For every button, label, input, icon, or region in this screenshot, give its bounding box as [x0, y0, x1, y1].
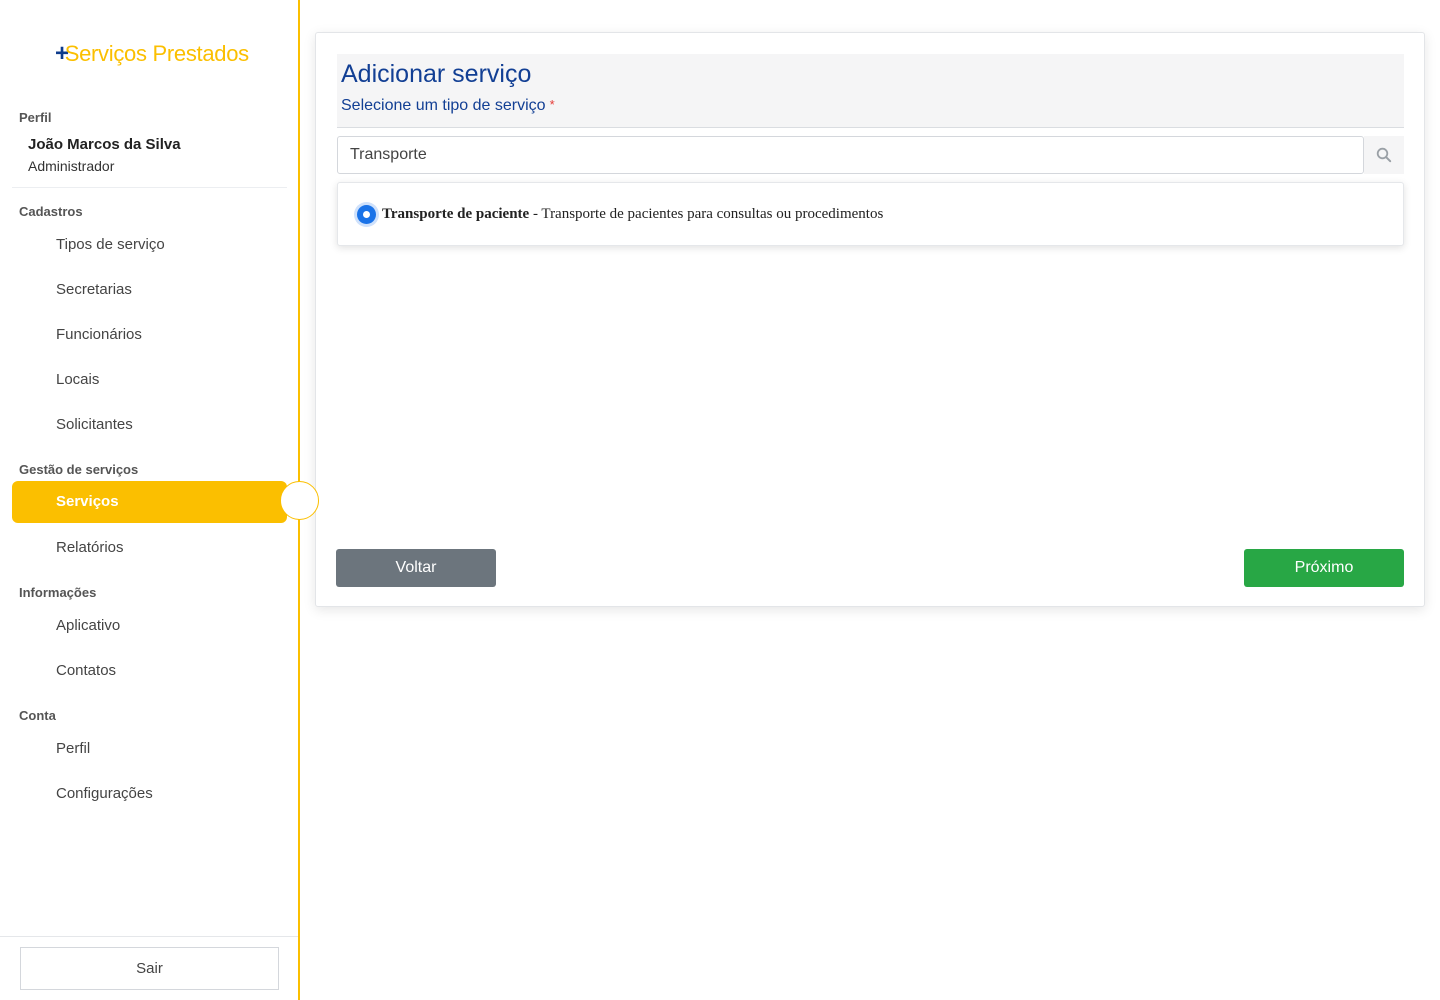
user-name: João Marcos da Silva: [28, 136, 181, 153]
profile-divider: [12, 187, 287, 188]
sidebar-item-tipos-de-servico[interactable]: Tipos de serviço: [12, 224, 287, 266]
back-button[interactable]: Voltar: [336, 549, 496, 587]
next-button[interactable]: Próximo: [1244, 549, 1404, 587]
section-label-conta: Conta: [19, 708, 56, 723]
sidebar-item-relatorios[interactable]: Relatórios: [12, 527, 287, 569]
sidebar-toggle-handle[interactable]: [280, 481, 319, 520]
service-option-description: - Transporte de pacientes para consultas…: [532, 206, 884, 222]
sidebar-item-servicos[interactable]: Serviços: [12, 481, 287, 523]
search-icon: [1376, 147, 1392, 163]
sidebar-item-solicitantes[interactable]: Solicitantes: [12, 404, 287, 446]
logout-button[interactable]: Sair: [20, 947, 279, 990]
sidebar-item-perfil[interactable]: Perfil: [12, 728, 287, 770]
service-option-name: Transporte de paciente: [382, 206, 530, 222]
section-label-informacoes: Informações: [19, 585, 97, 600]
page-title: Adicionar serviço: [341, 60, 532, 88]
sidebar: +Serviços Prestados Perfil João Marcos d…: [0, 0, 300, 1000]
service-type-search-input[interactable]: [337, 136, 1364, 174]
sidebar-item-configuracoes[interactable]: Configurações: [12, 773, 287, 815]
app-logo[interactable]: +Serviços Prestados: [55, 40, 249, 68]
sidebar-item-secretarias[interactable]: Secretarias: [12, 269, 287, 311]
sidebar-item-locais[interactable]: Locais: [12, 359, 287, 401]
sidebar-item-contatos[interactable]: Contatos: [12, 650, 287, 692]
user-role: Administrador: [28, 158, 115, 174]
required-mark: *: [549, 97, 555, 112]
sidebar-item-funcionarios[interactable]: Funcionários: [12, 314, 287, 356]
search-button[interactable]: [1364, 136, 1404, 174]
service-option-list: Transporte de paciente - Transporte de p…: [337, 182, 1404, 246]
page-subtitle: Selecione um tipo de serviço *: [341, 97, 555, 115]
add-service-card: Adicionar serviço Selecione um tipo de s…: [315, 32, 1425, 607]
sidebar-bottom-divider: [0, 936, 298, 937]
subtitle-text: Selecione um tipo de serviço: [341, 97, 546, 114]
sidebar-item-aplicativo[interactable]: Aplicativo: [12, 605, 287, 647]
service-option-label[interactable]: Transporte de paciente - Transporte de p…: [382, 206, 883, 223]
section-label-gestao: Gestão de serviços: [19, 462, 139, 477]
service-option-radio[interactable]: [357, 205, 376, 224]
card-header: Adicionar serviço Selecione um tipo de s…: [337, 54, 1404, 128]
section-label-profile: Perfil: [19, 110, 52, 125]
section-label-cadastros: Cadastros: [19, 204, 83, 219]
logo-text: Serviços Prestados: [64, 41, 249, 66]
